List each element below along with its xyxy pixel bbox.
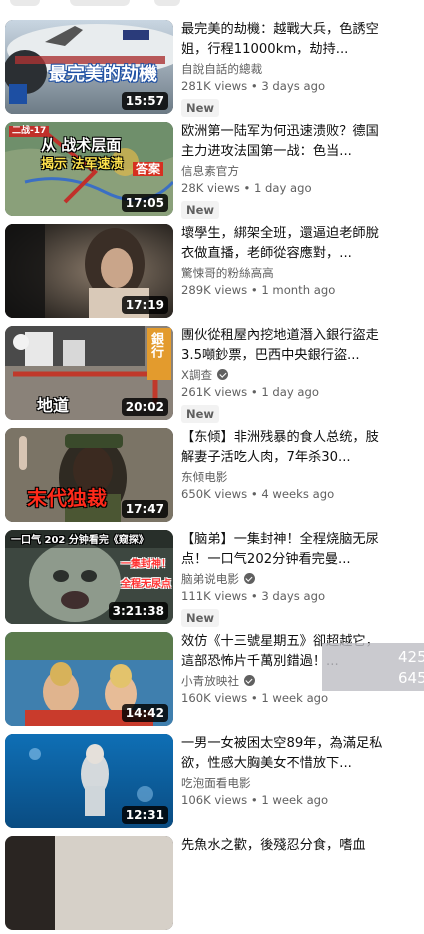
duration-badge: 17:05 (121, 194, 168, 212)
channel-row[interactable]: 信息素官方 (181, 163, 389, 180)
channel-row[interactable]: 脑弟说电影 (181, 571, 389, 588)
view-stats: 28K views • 1 day ago (181, 181, 312, 195)
thumbnail-overlay-text: 一集封神！ (121, 559, 171, 570)
video-item[interactable]: 二战-17 从 战术层面 揭示 法军速溃 答案 17:05 欧洲第一陆军为何迅速溃败？德国… (0, 122, 424, 220)
video-title[interactable]: 壞學生，綁架全班，還逼迫老師脫衣做直播，老師從容應對，... (181, 224, 389, 264)
video-thumbnail[interactable]: 二战-17 从 战术层面 揭示 法军速溃 答案 17:05 (5, 122, 173, 216)
video-thumbnail[interactable]: 12:31 (5, 734, 173, 828)
video-thumbnail[interactable]: 一口气 202 分钟看完《窥探》一集封神！ 全程无尿点 3:21:38 (5, 530, 173, 624)
duration-badge: 17:47 (121, 500, 168, 518)
thumbnail-overlay-text: 末代独裁 (27, 486, 107, 510)
video-meta: 最完美的劫機：越戰大兵，色誘空姐，行程11000km，劫持... 自說自話的總裁 2… (181, 20, 389, 117)
video-thumbnail[interactable]: 末代独裁 17:47 (5, 428, 173, 522)
channel-name[interactable]: 脑弟说电影 (181, 572, 239, 586)
channel-name[interactable]: 驚悚哥的粉絲高高 (181, 266, 274, 280)
overlay-popup: 425 645 (322, 643, 424, 691)
thumbnail-overlay-text: 一口气 202 分钟看完《窥探》 (11, 535, 149, 546)
video-title[interactable]: 先魚水之歡，後殘忍分食，嗜血 (181, 836, 389, 856)
duration-badge: 17:19 (121, 296, 168, 314)
video-title[interactable]: 【脑弟】一集封神！全程烧脑无尿点！一口气202分钟看完曼... (181, 530, 389, 570)
verified-icon (243, 573, 255, 584)
video-thumbnail[interactable] (5, 836, 173, 930)
video-meta: 先魚水之歡，後殘忍分食，嗜血 (181, 836, 389, 856)
verified-icon (217, 369, 229, 380)
duration-badge: 12:31 (121, 806, 168, 824)
channel-row[interactable]: 东倾电影 (181, 469, 389, 486)
video-title[interactable]: 最完美的劫機：越戰大兵，色誘空姐，行程11000km，劫持... (181, 20, 389, 60)
video-title[interactable]: 團伙從租屋內挖地道潛入銀行盜走3.5噸鈔票，巴西中央銀行盜... (181, 326, 389, 366)
new-badge: New (181, 405, 220, 423)
channel-name[interactable]: 自說自話的總裁 (181, 62, 262, 76)
video-meta: 團伙從租屋內挖地道潛入銀行盜走3.5噸鈔票，巴西中央銀行盜... X調查 261K … (181, 326, 389, 423)
verified-icon (243, 675, 255, 686)
chip-fragment[interactable] (10, 0, 40, 6)
new-badge: New (181, 99, 220, 117)
view-stats: 160K views • 1 week ago (181, 691, 329, 705)
video-item[interactable]: 地道 銀行 20:02 團伙從租屋內挖地道潛入銀行盜走3.5噸鈔票，巴西中央銀行盜..… (0, 326, 424, 424)
video-meta: 【脑弟】一集封神！全程烧脑无尿点！一口气202分钟看完曼... 脑弟说电影 111K… (181, 530, 389, 627)
video-item[interactable]: 末代独裁 17:47 【东倾】非洲残暴的食人总统，肢解妻子活吃人肉，7年杀30...… (0, 428, 424, 526)
duration-badge: 3:21:38 (108, 602, 168, 620)
chip-fragment[interactable] (70, 0, 130, 6)
video-thumbnail[interactable]: 最完美的劫機 15:57 (5, 20, 173, 114)
channel-name[interactable]: X調查 (181, 368, 212, 382)
video-item[interactable]: 最完美的劫機 15:57 最完美的劫機：越戰大兵，色誘空姐，行程11000km，劫持… (0, 20, 424, 118)
view-stats: 650K views • 4 weeks ago (181, 487, 335, 501)
duration-badge: 20:02 (121, 398, 168, 416)
channel-name[interactable]: 小青放映社 (181, 674, 239, 688)
channel-name[interactable]: 吃泡面看电影 (181, 776, 251, 790)
channel-name[interactable]: 东倾电影 (181, 470, 227, 484)
view-stats: 111K views • 3 days ago (181, 589, 326, 603)
video-item[interactable]: 一口气 202 分钟看完《窥探》一集封神！ 全程无尿点 3:21:38 【脑弟】一集封… (0, 530, 424, 628)
video-thumbnail[interactable]: 14:42 (5, 632, 173, 726)
video-item[interactable]: 17:19 壞學生，綁架全班，還逼迫老師脫衣做直播，老師從容應對，... 驚悚哥的粉… (0, 224, 424, 322)
video-item[interactable]: 12:31 一男一女被困太空89年，為滿足私欲，性感大胸美女不惜放下... 吃泡面看… (0, 734, 424, 832)
new-badge: New (181, 609, 220, 627)
video-meta: 欧洲第一陆军为何迅速溃败？德国主力进攻法国第一战：色当... 信息素官方 28K v… (181, 122, 389, 219)
duration-badge: 14:42 (121, 704, 168, 722)
video-meta: 壞學生，綁架全班，還逼迫老師脫衣做直播，老師從容應對，... 驚悚哥的粉絲高高 28… (181, 224, 389, 299)
thumbnail-overlay-text: 从 战术层面 (41, 136, 122, 154)
view-stats: 261K views • 1 day ago (181, 385, 319, 399)
popup-line-1: 425 (398, 648, 424, 666)
channel-row[interactable]: 驚悚哥的粉絲高高 (181, 265, 389, 282)
video-thumbnail[interactable]: 地道 銀行 20:02 (5, 326, 173, 420)
view-stats: 281K views • 3 days ago (181, 79, 326, 93)
thumbnail-overlay-text: 全程无尿点 (121, 579, 171, 590)
video-title[interactable]: 一男一女被困太空89年，為滿足私欲，性感大胸美女不惜放下... (181, 734, 389, 774)
thumbnail-overlay-text: 銀行 (148, 332, 163, 358)
channel-name[interactable]: 信息素官方 (181, 164, 239, 178)
video-meta: 一男一女被困太空89年，為滿足私欲，性感大胸美女不惜放下... 吃泡面看电影 106… (181, 734, 389, 809)
channel-row[interactable]: 自說自話的總裁 (181, 61, 389, 78)
channel-row[interactable]: X調查 (181, 367, 389, 384)
video-title[interactable]: 【东倾】非洲残暴的食人总统，肢解妻子活吃人肉，7年杀30... (181, 428, 389, 468)
video-meta: 【东倾】非洲残暴的食人总统，肢解妻子活吃人肉，7年杀30... 东倾电影 650K … (181, 428, 389, 503)
thumbnail-overlay-text: 揭示 法军速溃 (41, 157, 124, 172)
thumbnail-overlay-text: 最完美的劫機 (49, 64, 157, 85)
video-title[interactable]: 欧洲第一陆军为何迅速溃败？德国主力进攻法国第一战：色当... (181, 122, 389, 162)
thumbnail-overlay-text: 地道 (37, 396, 70, 415)
view-stats: 106K views • 1 week ago (181, 793, 329, 807)
thumbnail-overlay-text: 答案 (133, 162, 164, 176)
channel-row[interactable]: 吃泡面看电影 (181, 775, 389, 792)
duration-badge: 15:57 (121, 92, 168, 110)
popup-line-2: 645 (398, 669, 424, 687)
new-badge: New (181, 201, 220, 219)
view-stats: 289K views • 1 month ago (181, 283, 336, 297)
video-thumbnail[interactable]: 17:19 (5, 224, 173, 318)
chip-fragment[interactable] (154, 0, 180, 6)
